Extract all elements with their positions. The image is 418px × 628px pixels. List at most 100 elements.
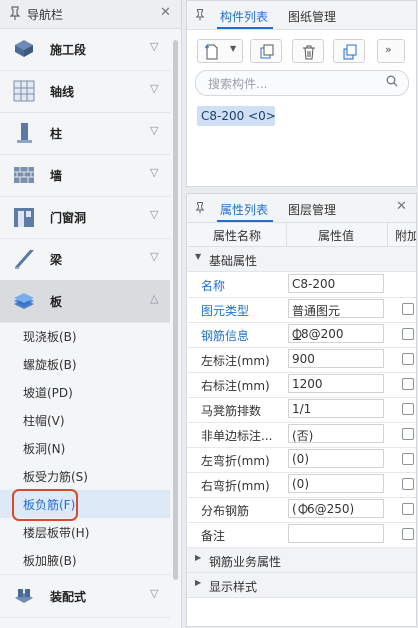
property-name: 分布钢筋 <box>201 504 250 518</box>
property-value-input[interactable]: 1/1 <box>288 399 384 418</box>
property-value-input[interactable]: 1200 <box>288 374 384 393</box>
nav-item-slab-hole[interactable]: 板洞(N) <box>0 434 170 462</box>
tab-drawing-management[interactable]: 图纸管理 <box>285 1 341 29</box>
tab-property-list[interactable]: 属性列表 <box>217 194 273 222</box>
attach-checkbox[interactable] <box>402 403 414 415</box>
attach-checkbox[interactable] <box>402 428 414 440</box>
nav-category-stage[interactable]: 施工段 ▽ <box>0 28 170 71</box>
attach-checkbox[interactable] <box>402 303 414 315</box>
collapse-triangle-icon[interactable]: ▼ <box>195 252 201 261</box>
chevron-down-icon[interactable]: ▽ <box>150 40 158 53</box>
nav-item-ramp[interactable]: 坡道(PD) <box>0 378 170 406</box>
property-value: 8@200 <box>301 327 344 341</box>
beam-icon <box>12 247 36 271</box>
property-name: 右标注(mm) <box>201 379 270 393</box>
nav-item-column-cap[interactable]: 柱帽(V) <box>0 406 170 434</box>
attach-checkbox[interactable] <box>402 378 414 390</box>
attach-checkbox[interactable] <box>402 453 414 465</box>
nav-item-cast-slab[interactable]: 现浇板(B) <box>0 322 170 350</box>
property-value: C8-200 <box>292 277 336 291</box>
chevron-down-icon[interactable]: ▽ <box>150 82 158 95</box>
property-row-right-bend: 右弯折(mm) (0) <box>187 472 416 498</box>
nav-scrollbar[interactable] <box>173 40 178 580</box>
nav-item-slab-haunch[interactable]: 板加腋(B) <box>0 546 170 574</box>
column-header-extra: 附加 <box>395 229 417 243</box>
property-name[interactable]: 名称 <box>201 277 225 294</box>
grid-icon <box>12 79 36 103</box>
pin-icon[interactable] <box>9 6 21 23</box>
attach-checkbox[interactable] <box>402 503 414 515</box>
slab-icon <box>12 289 36 313</box>
nav-category-slab[interactable]: 板 △ <box>0 280 170 323</box>
property-value-input[interactable]: (0) <box>288 449 384 468</box>
search-icon[interactable] <box>386 75 398 90</box>
property-name[interactable]: 钢筋信息 <box>201 327 249 344</box>
column-header-name: 属性名称 <box>213 229 262 243</box>
property-value-input[interactable]: C8-200 <box>288 274 384 293</box>
delete-button[interactable] <box>292 39 324 63</box>
component-item[interactable]: C8-200 <0> <box>197 106 276 126</box>
more-button[interactable]: » <box>377 39 405 63</box>
attach-checkbox[interactable] <box>402 328 414 340</box>
property-value-input[interactable]: (0) <box>288 474 384 493</box>
property-name: 左标注(mm) <box>201 354 270 368</box>
new-component-button[interactable]: ▼ <box>197 39 243 63</box>
chevron-down-icon[interactable]: ▽ <box>150 250 158 263</box>
copy-button[interactable] <box>250 39 282 63</box>
chevron-down-icon[interactable]: ▽ <box>150 124 158 137</box>
chevron-down-icon[interactable]: ▽ <box>150 166 158 179</box>
dropdown-arrow-icon[interactable]: ▼ <box>230 44 236 53</box>
group-display-style[interactable]: ▶ 显示样式 <box>187 573 416 598</box>
property-name[interactable]: 图元类型 <box>201 302 249 319</box>
nav-category-beam[interactable]: 梁 ▽ <box>0 238 170 281</box>
nav-category-prefab[interactable]: 装配式 ▽ <box>0 574 170 618</box>
tab-component-list[interactable]: 构件列表 <box>217 1 273 29</box>
property-value-input[interactable]: 普通图元 <box>288 299 384 318</box>
property-panel: 属性列表 图层管理 ✕ 属性名称 属性值 附加 ▼ 基础属性 名称 C8-200… <box>186 193 417 627</box>
chevron-down-icon[interactable]: ▽ <box>150 587 158 600</box>
nav-title: 导航栏 <box>27 8 64 22</box>
tab-label: 图纸管理 <box>288 10 337 24</box>
selection-highlight <box>12 489 78 521</box>
property-value: (0) <box>292 452 309 466</box>
nav-item-spiral-slab[interactable]: 螺旋板(B) <box>0 350 170 378</box>
item-label: 螺旋板(B) <box>23 358 77 372</box>
close-icon[interactable]: ✕ <box>396 199 407 214</box>
group-basic-properties[interactable]: ▼ 基础属性 <box>187 247 416 272</box>
property-row-remark: 备注 <box>187 522 416 548</box>
category-label: 装配式 <box>50 590 87 604</box>
nav-item-slab-main-rebar[interactable]: 板受力筋(S) <box>0 462 170 490</box>
pin-icon[interactable] <box>195 8 205 24</box>
tab-layer-management[interactable]: 图层管理 <box>285 194 341 222</box>
double-chevron-right-icon: » <box>385 43 392 56</box>
attach-checkbox[interactable] <box>402 478 414 490</box>
property-value-input[interactable] <box>288 524 384 543</box>
copy-to-floor-button[interactable] <box>333 39 365 63</box>
nav-item-floor-strip[interactable]: 楼层板带(H) <box>0 518 170 546</box>
pin-icon[interactable] <box>195 201 205 217</box>
nav-category-axis[interactable]: 轴线 ▽ <box>0 70 170 113</box>
property-value-input[interactable]: (否) <box>288 424 384 443</box>
component-search-box[interactable]: 搜索构件... <box>195 70 409 96</box>
nav-category-wall[interactable]: 墙 ▽ <box>0 154 170 197</box>
property-value-input[interactable]: 8@200 <box>288 324 384 343</box>
nav-category-door-window[interactable]: 门窗洞 ▽ <box>0 196 170 239</box>
category-label: 轴线 <box>50 85 75 99</box>
attach-checkbox[interactable] <box>402 353 414 365</box>
item-label: 柱帽(V) <box>23 414 65 428</box>
search-input[interactable]: 搜索构件... <box>208 75 267 92</box>
group-rebar-business-properties[interactable]: ▶ 钢筋业务属性 <box>187 548 416 573</box>
property-value: (否) <box>292 429 314 443</box>
close-icon[interactable]: ✕ <box>160 5 171 20</box>
chevron-down-icon[interactable]: ▽ <box>150 208 158 221</box>
expand-triangle-icon[interactable]: ▶ <box>195 578 201 587</box>
expand-triangle-icon[interactable]: ▶ <box>195 553 201 562</box>
property-value-input[interactable]: 900 <box>288 349 384 368</box>
nav-category-column[interactable]: 柱 ▽ <box>0 112 170 155</box>
chevron-up-icon[interactable]: △ <box>150 292 158 305</box>
item-label: 板洞(N) <box>23 442 66 456</box>
category-label: 施工段 <box>50 43 87 57</box>
property-row-name: 名称 C8-200 <box>187 272 416 298</box>
property-value-input[interactable]: ( 6@250) <box>288 499 384 518</box>
attach-checkbox[interactable] <box>402 528 414 540</box>
